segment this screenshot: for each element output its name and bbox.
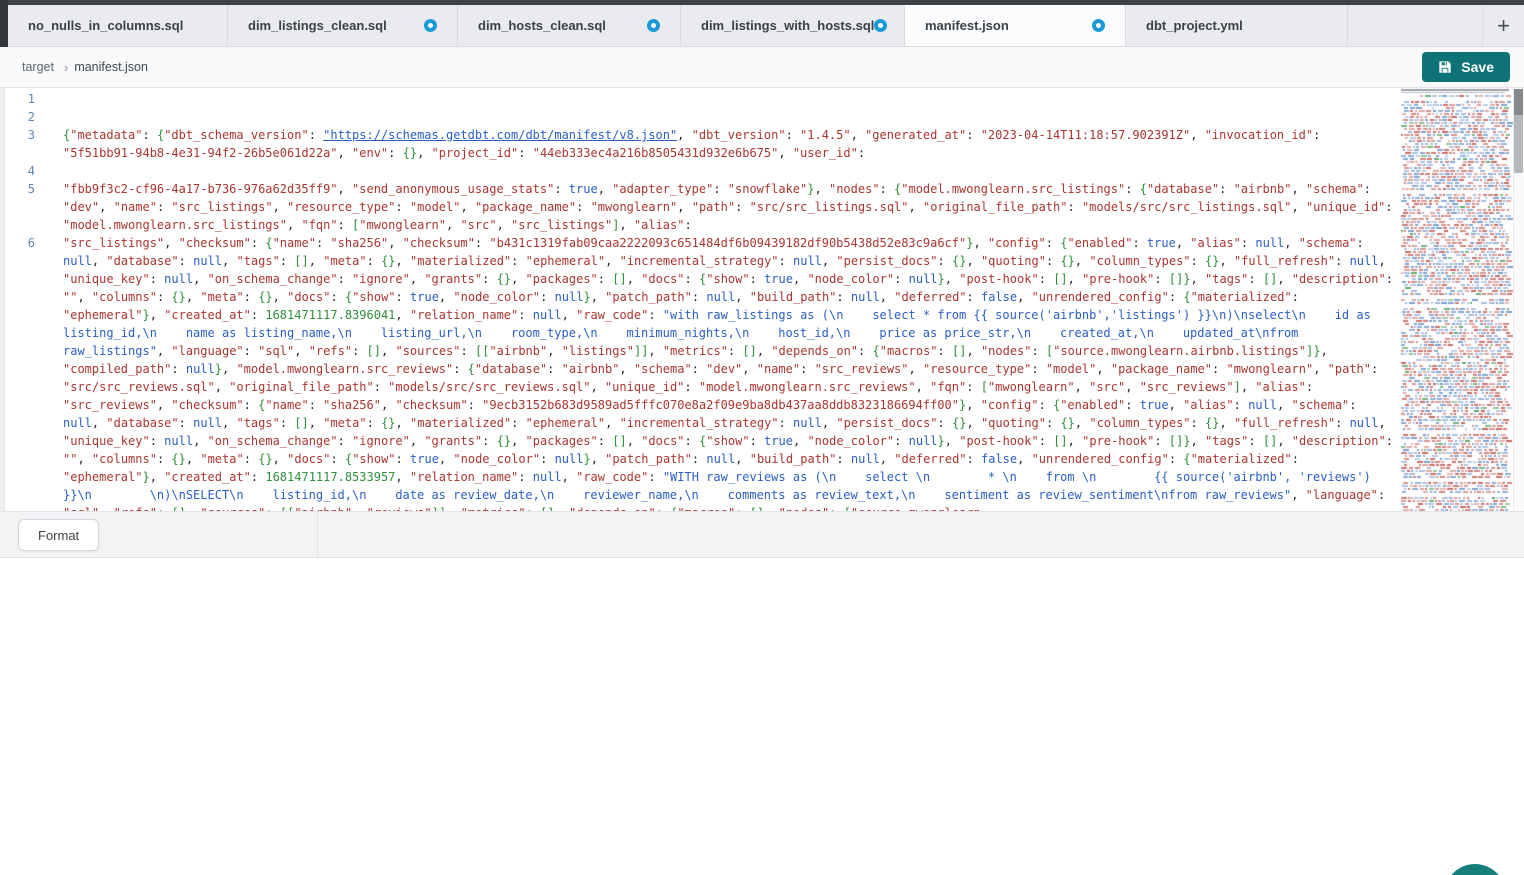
tab-label: dbt_project.yml	[1146, 18, 1243, 33]
code-text	[45, 90, 1400, 108]
tab-label: dim_listings_with_hosts.sql	[701, 18, 874, 33]
floppy-disk-icon	[1438, 60, 1452, 74]
line-number: 2	[5, 108, 45, 126]
code-line[interactable]: 1	[5, 90, 1400, 108]
code-text: {"metadata": {"dbt_schema_version": "htt…	[45, 126, 1400, 162]
unsaved-changes-dot-icon[interactable]	[1092, 19, 1105, 32]
code-line[interactable]: 6"src_listings", "checksum": {"name": "s…	[5, 234, 1400, 512]
line-number: 5	[5, 180, 45, 234]
tab-manifest.json[interactable]: manifest.json	[905, 5, 1126, 46]
save-button-label: Save	[1461, 59, 1494, 75]
help-chat-button[interactable]	[1444, 864, 1506, 875]
code-text	[45, 108, 1400, 126]
tab-bar-tabs: no_nulls_in_columns.sql dim_listings_clea…	[8, 5, 1348, 46]
tab-dim_listings_with_hosts.sql[interactable]: dim_listings_with_hosts.sql	[681, 5, 905, 46]
line-number: 1	[5, 90, 45, 108]
code-lines[interactable]: 1 2 3{"metadata": {"dbt_schema_version":…	[5, 88, 1400, 512]
minimap[interactable]	[1400, 88, 1513, 512]
line-number: 3	[5, 126, 45, 162]
breadcrumb-bar: target › manifest.json Save	[0, 47, 1524, 88]
scrollbar-thumb-cap	[1514, 89, 1523, 115]
left-dark-rail	[0, 0, 8, 47]
format-button[interactable]: Format	[18, 519, 99, 551]
code-line[interactable]: 2	[5, 108, 1400, 126]
chevron-right-icon: ›	[64, 60, 68, 75]
editor-scrollbar[interactable]	[1513, 88, 1524, 511]
code-editor[interactable]: 1 2 3{"metadata": {"dbt_schema_version":…	[0, 88, 1524, 512]
new-tab-button[interactable]: +	[1482, 5, 1524, 46]
tab-label: dim_listings_clean.sql	[248, 18, 387, 33]
code-line[interactable]: 3{"metadata": {"dbt_schema_version": "ht…	[5, 126, 1400, 162]
plus-icon: +	[1497, 13, 1510, 39]
tab-label: dim_hosts_clean.sql	[478, 18, 606, 33]
tab-dim_listings_clean.sql[interactable]: dim_listings_clean.sql	[228, 5, 458, 46]
panel-divider	[317, 512, 318, 557]
line-number: 4	[5, 162, 45, 180]
tab-no_nulls_in_columns.sql[interactable]: no_nulls_in_columns.sql	[8, 5, 228, 46]
results-empty-area	[0, 558, 1524, 828]
bottom-action-bar: Format	[0, 512, 1524, 558]
code-line[interactable]: 5"fbb9f3c2-cf96-4a17-b736-976a62d35ff9",…	[5, 180, 1400, 234]
code-text: "src_listings", "checksum": {"name": "sh…	[45, 234, 1400, 512]
unsaved-changes-dot-icon[interactable]	[874, 19, 887, 32]
code-text: "fbb9f3c2-cf96-4a17-b736-976a62d35ff9", …	[45, 180, 1400, 234]
tab-label: manifest.json	[925, 18, 1009, 33]
tab-dim_hosts_clean.sql[interactable]: dim_hosts_clean.sql	[458, 5, 681, 46]
breadcrumb-folder[interactable]: target	[22, 60, 54, 74]
breadcrumb-file: manifest.json	[74, 60, 148, 74]
line-number: 6	[5, 234, 45, 512]
unsaved-changes-dot-icon[interactable]	[647, 19, 660, 32]
code-text	[45, 162, 1400, 180]
unsaved-changes-dot-icon[interactable]	[424, 19, 437, 32]
save-button[interactable]: Save	[1422, 52, 1510, 82]
code-line[interactable]: 4	[5, 162, 1400, 180]
tab-bar: no_nulls_in_columns.sql dim_listings_clea…	[0, 5, 1524, 47]
tab-label: no_nulls_in_columns.sql	[28, 18, 183, 33]
tab-dbt_project.yml[interactable]: dbt_project.yml	[1126, 5, 1348, 46]
